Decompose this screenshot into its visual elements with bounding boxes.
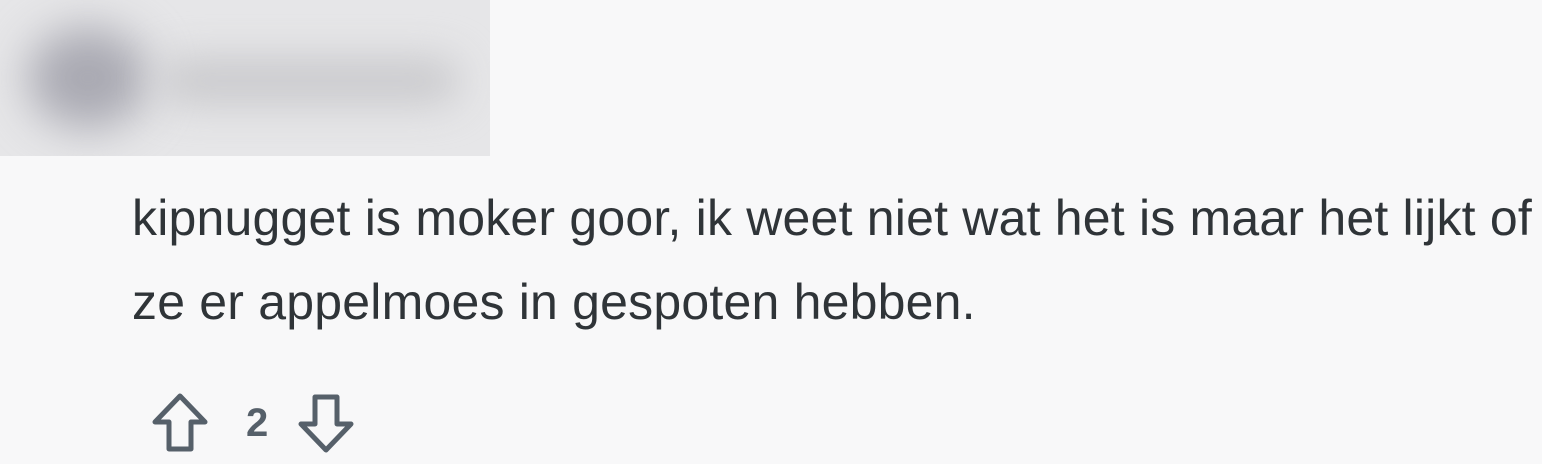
comment-body: kipnugget is moker goor, ik weet niet wa… [132,190,1532,330]
downvote-arrow-icon [298,394,354,453]
vote-bar: 2 [148,390,358,456]
comment: kipnugget is moker goor, ik weet niet wa… [0,0,1542,464]
redacted-author-header [0,0,490,156]
blurred-username [160,58,460,104]
upvote-button[interactable] [148,390,212,456]
vote-score: 2 [246,400,269,445]
downvote-button[interactable] [294,390,358,456]
upvote-arrow-icon [152,393,208,452]
blurred-avatar [28,28,148,128]
